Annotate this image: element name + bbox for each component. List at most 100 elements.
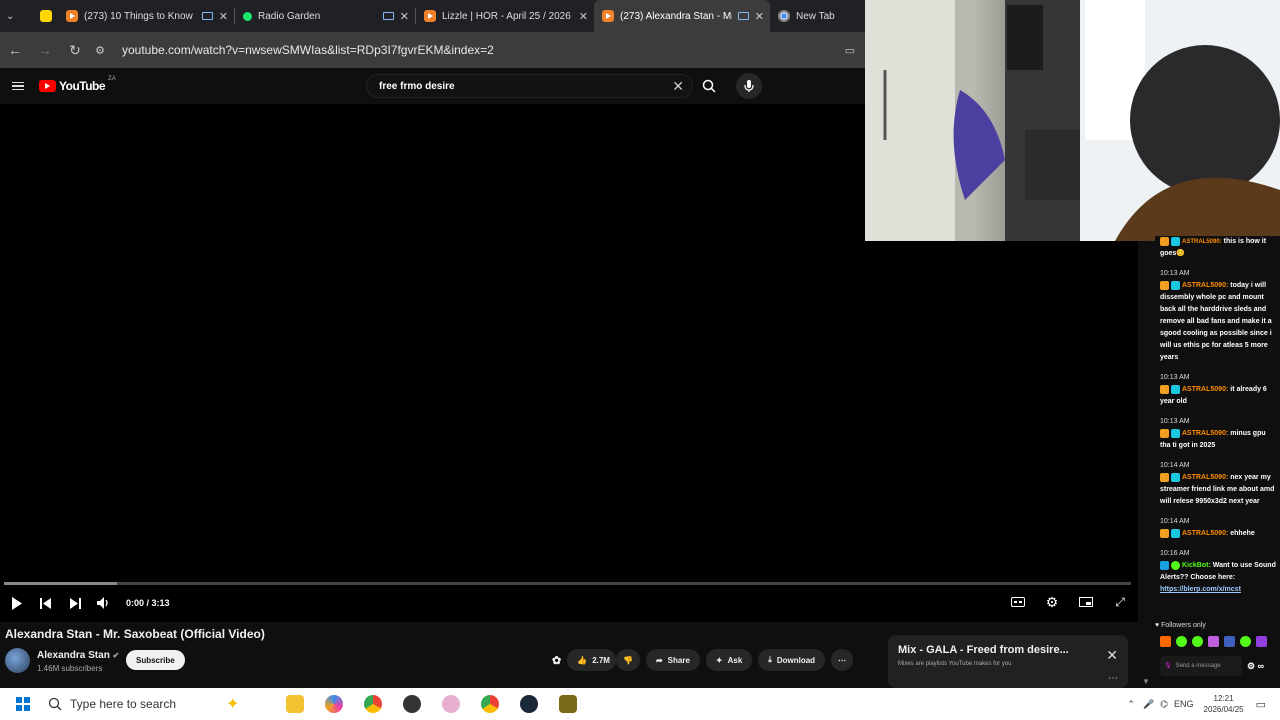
tab-alexandra-stan[interactable]: (273) Alexandra Stan - Mr ✕ (594, 0, 770, 32)
start-button[interactable] (16, 697, 30, 711)
chat-username[interactable]: ASTRAL5090: (1182, 386, 1228, 393)
dislike-button[interactable]: 👎 (615, 649, 640, 671)
chat-message: 10:13 AM ASTRAL5090: minus gpu tha ti got… (1155, 416, 1280, 460)
play-button[interactable] (5, 591, 29, 615)
miniplayer-button[interactable] (1074, 590, 1098, 614)
chevron-up-icon[interactable]: ⌃ (1127, 699, 1135, 710)
mix-playlist-card[interactable]: Mix - GALA - Freed from desire... Mixes … (888, 635, 1128, 688)
chat-messages: 10:13 AM ASTRAL5090: today i will dissemb… (1155, 268, 1280, 604)
share-label: Share (667, 655, 690, 665)
emote-icon[interactable] (1176, 636, 1187, 647)
cast-screen-icon[interactable]: ▭ (835, 44, 865, 57)
language-indicator[interactable]: ENG (1174, 699, 1194, 709)
subtitles-button[interactable] (1006, 590, 1030, 614)
subscribe-button[interactable]: Subscribe (126, 650, 185, 670)
chrome-icon (778, 10, 790, 22)
youtube-header: YouTube ZA free frmo desire ✕ (0, 68, 865, 104)
emote-icon[interactable] (1160, 636, 1171, 647)
chat-link[interactable]: https://blerp.com/x/mcst (1160, 584, 1276, 596)
emote-icon[interactable] (1208, 636, 1219, 647)
chrome-icon[interactable] (481, 695, 499, 713)
tab-search-button[interactable]: ⌄ (0, 0, 32, 32)
search-input[interactable]: free frmo desire ✕ (366, 74, 693, 98)
chat-username[interactable]: ASTRAL5090: (1182, 430, 1228, 437)
progress-bar[interactable] (4, 582, 1131, 585)
chat-settings-icon[interactable]: ⚙ ∞ (1247, 660, 1264, 672)
play-icon (12, 596, 22, 610)
chat-timestamp: 10:13 AM (1160, 270, 1190, 277)
settings-button[interactable]: ⚙ (1040, 590, 1064, 614)
search-button[interactable] (697, 74, 721, 98)
chat-username[interactable]: KickBot: (1182, 562, 1211, 569)
right-controls: ⚙ ⤢ (1001, 590, 1132, 614)
volume-button[interactable] (92, 591, 116, 615)
notification-icon[interactable]: ▭ (1256, 698, 1266, 711)
share-icon: ➦ (655, 655, 663, 665)
emote-icon[interactable] (1192, 636, 1203, 647)
taskbar-search[interactable]: Type here to search (48, 692, 278, 716)
microphone-icon[interactable]: 🎤 (1143, 699, 1154, 710)
like-button[interactable]: 👍 2.7M (567, 649, 616, 671)
menu-icon[interactable] (12, 81, 24, 91)
next-button[interactable] (63, 591, 87, 615)
tab-label: (273) 10 Things to Know (84, 10, 193, 22)
close-tab-icon[interactable]: ✕ (400, 10, 409, 23)
sparkle-icon[interactable]: ✿ (552, 654, 561, 667)
url-field[interactable]: youtube.com/watch?v=nwsewSMWIas&list=RDp… (110, 43, 835, 57)
chat-input[interactable]: 🎙 Send a message (1160, 656, 1242, 676)
download-button[interactable]: ⤓ Download (758, 649, 826, 671)
tab-folder[interactable] (32, 0, 58, 32)
site-settings-icon[interactable]: ⚙ (90, 44, 110, 57)
clear-search-icon[interactable]: ✕ (672, 78, 684, 95)
ask-button[interactable]: ✦ Ask (705, 649, 753, 671)
tab-radio-garden[interactable]: Radio Garden ✕ (235, 0, 415, 32)
close-tab-icon[interactable]: ✕ (219, 10, 228, 23)
heart-icon: ♥ (1155, 622, 1160, 629)
microphone-icon[interactable]: 🎙 (1164, 660, 1172, 672)
channel-avatar[interactable] (5, 648, 30, 673)
crown-badge-icon (1160, 472, 1169, 482)
chat-username[interactable]: ASTRAL5090: (1182, 282, 1228, 289)
snipping-tool-icon[interactable] (442, 695, 460, 713)
tab-lizzle[interactable]: Lizzle | HÖR - April 25 / 2026 ✕ (416, 0, 594, 32)
tab-new-tab[interactable]: New Tab (770, 0, 860, 32)
youtube-logo[interactable]: YouTube ZA (39, 76, 116, 93)
clock-date: 2026/04/25 (1203, 705, 1244, 714)
emote-icon[interactable] (1240, 636, 1251, 647)
subtitles-icon (1011, 597, 1025, 607)
reload-icon[interactable]: ↻ (60, 42, 90, 59)
clock[interactable]: 12:21 2026/04/25 (1204, 693, 1244, 715)
emote-icon[interactable] (1256, 636, 1267, 647)
back-icon[interactable]: ← (0, 42, 30, 58)
close-tab-icon[interactable]: ✕ (579, 10, 588, 23)
channel-name[interactable]: Alexandra Stan ✔ (37, 650, 119, 661)
share-button[interactable]: ➦ Share (645, 649, 700, 671)
network-icon[interactable]: ⌬ (1160, 699, 1168, 710)
tab-10-things[interactable]: (273) 10 Things to Know ✕ (58, 0, 234, 32)
chat-message: 10:13 AM ASTRAL5090: today i will dissemb… (1155, 268, 1280, 372)
fullscreen-button[interactable]: ⤢ (1108, 590, 1132, 614)
sparkle-icon[interactable]: ✦ (226, 694, 239, 714)
volume-icon (97, 597, 108, 609)
chrome-icon[interactable] (364, 695, 382, 713)
scroll-down-icon[interactable]: ▼ (1139, 677, 1153, 686)
chat-username[interactable]: ASTRAL5090: (1182, 530, 1228, 537)
obs-icon[interactable] (403, 695, 421, 713)
forward-icon[interactable]: → (30, 42, 60, 58)
copilot-icon[interactable] (325, 695, 343, 713)
chat-scrollbar[interactable]: ▼ (1139, 241, 1153, 686)
followers-only-label: ♥ Followers only (1155, 622, 1206, 629)
voice-search-button[interactable] (736, 73, 762, 99)
chat-username[interactable]: ASTRAL5090: (1182, 239, 1222, 245)
steam-icon[interactable] (520, 695, 538, 713)
close-icon[interactable]: ✕ (1106, 647, 1118, 664)
more-actions-button[interactable]: ⋯ (831, 649, 854, 671)
app-icon[interactable] (559, 695, 577, 713)
chat-username[interactable]: ASTRAL5090: (1182, 474, 1228, 481)
chat-text: ehhehe (1230, 530, 1255, 537)
previous-button[interactable] (34, 591, 58, 615)
more-icon[interactable]: ⋯ (1108, 673, 1118, 684)
file-explorer-icon[interactable] (286, 695, 304, 713)
close-tab-icon[interactable]: ✕ (755, 10, 764, 23)
emote-icon[interactable] (1224, 636, 1235, 647)
